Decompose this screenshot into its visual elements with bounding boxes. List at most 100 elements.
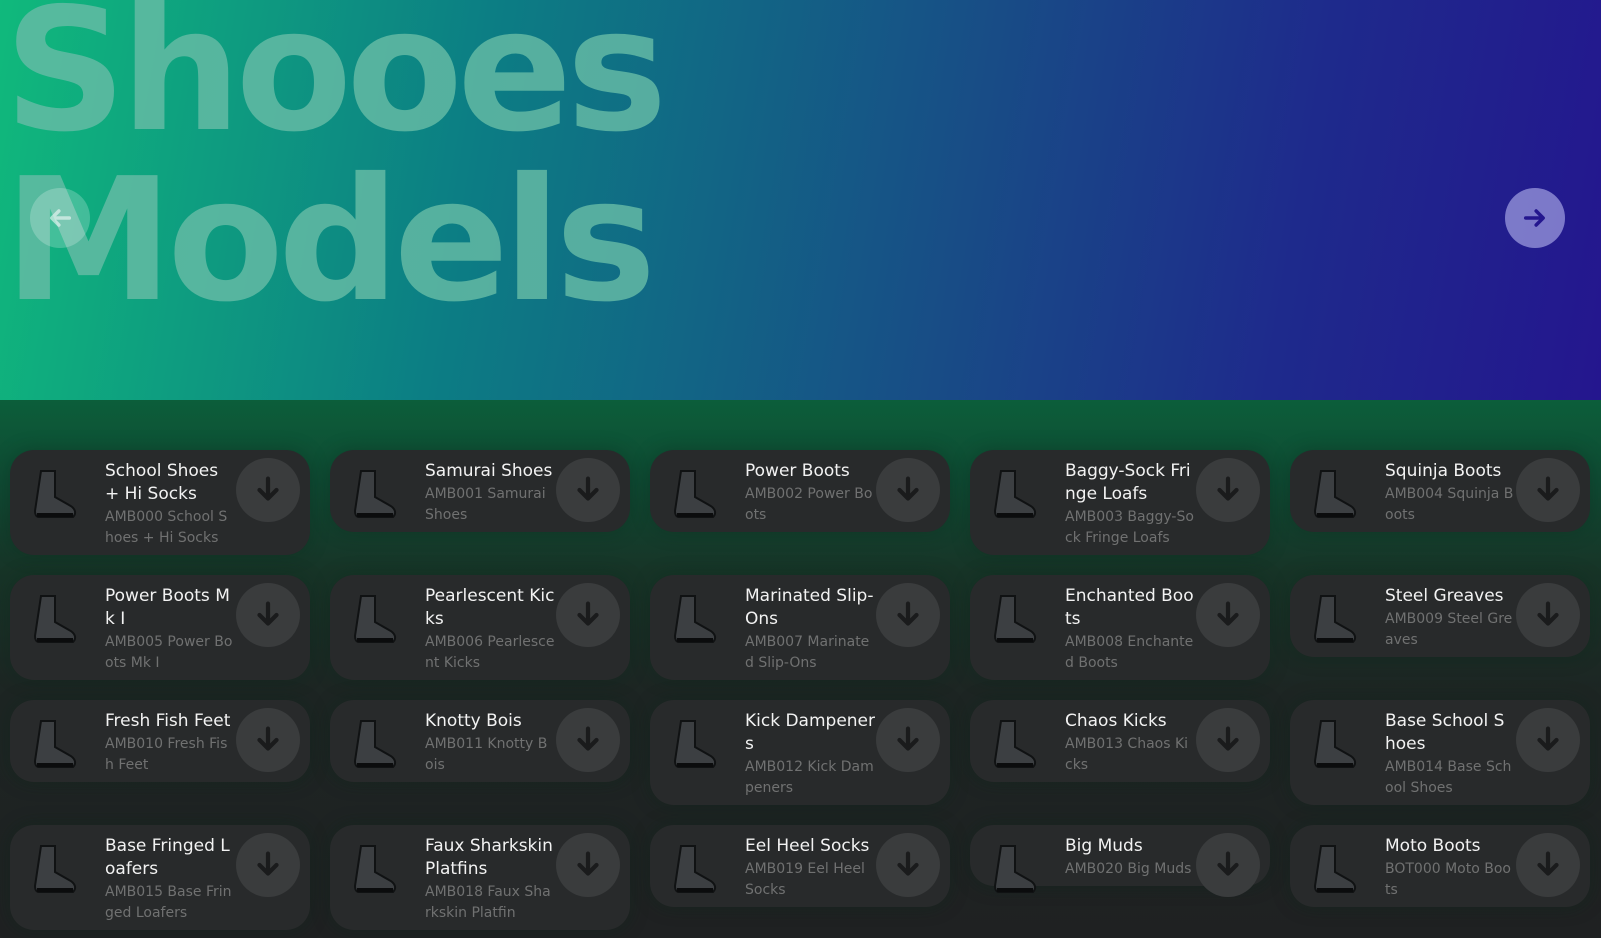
shoe-thumbnail [16,456,94,534]
model-card[interactable]: Fresh Fish Feet AMB010 Fresh Fish Feet [10,700,310,782]
shoe-icon [673,845,717,893]
download-button[interactable] [876,833,940,897]
model-card[interactable]: Squinja Boots AMB004 Squinja Boots [1290,450,1590,532]
download-button[interactable] [1196,833,1260,897]
arrow-down-icon [1537,726,1559,751]
download-button[interactable] [556,833,620,897]
model-name: Base School Shoes [1385,711,1505,754]
model-card[interactable]: Power Boots AMB002 Power Boots [650,450,950,532]
model-name: Power Boots Mk I [105,586,230,629]
model-code: BOT000 Moto Boots [1385,861,1511,898]
model-code: AMB004 Squinja Boots [1385,486,1514,523]
shoe-thumbnail [976,456,1054,534]
model-code: AMB002 Power Boots [745,486,873,523]
shoe-thumbnail [16,706,94,784]
model-card[interactable]: Knotty Bois AMB011 Knotty Bois [330,700,630,782]
model-card[interactable]: Samurai Shoes AMB001 Samurai Shoes [330,450,630,532]
model-name: Marinated Slip-Ons [745,586,874,629]
model-card[interactable]: Eel Heel Socks AMB019 Eel Heel Socks [650,825,950,907]
model-code: AMB005 Power Boots Mk I [105,634,233,671]
download-button[interactable] [236,583,300,647]
model-code: AMB006 Pearlescent Kicks [425,634,555,671]
shoe-icon [33,470,77,518]
model-code: AMB012 Kick Dampeners [745,759,874,796]
arrow-down-icon [577,601,599,626]
model-card[interactable]: Power Boots Mk I AMB005 Power Boots Mk I [10,575,310,680]
arrow-down-icon [1217,726,1239,751]
model-card[interactable]: Base School Shoes AMB014 Base School Sho… [1290,700,1590,805]
model-grid: School Shoes + Hi Socks AMB000 School Sh… [10,450,1590,930]
shoe-thumbnail [656,456,734,534]
shoe-thumbnail [976,581,1054,659]
shoe-thumbnail [1296,581,1374,659]
shoe-thumbnail [1296,456,1374,534]
download-button[interactable] [876,458,940,522]
download-button[interactable] [236,458,300,522]
model-card[interactable]: Big Muds AMB020 Big Muds [970,825,1270,897]
model-card[interactable]: Enchanted Boots AMB008 Enchanted Boots [970,575,1270,680]
shoe-icon [353,845,397,893]
download-button[interactable] [236,833,300,897]
download-button[interactable] [556,458,620,522]
download-button[interactable] [1516,458,1580,522]
model-card[interactable]: Pearlescent Kicks AMB006 Pearlescent Kic… [330,575,630,680]
shoe-icon [993,845,1037,893]
model-name: Power Boots [745,461,850,481]
shoe-icon [673,595,717,643]
model-card[interactable]: Baggy-Sock Fringe Loafs AMB003 Baggy-Soc… [970,450,1270,555]
carousel-prev-button[interactable] [30,188,90,248]
hero-banner: Shooes Models [0,0,1601,400]
model-name: School Shoes + Hi Socks [105,461,219,504]
arrow-down-icon [1537,601,1559,626]
model-name: Squinja Boots [1385,461,1502,481]
download-button[interactable] [1196,458,1260,522]
download-button[interactable] [556,583,620,647]
download-button[interactable] [1516,708,1580,772]
download-button[interactable] [1516,583,1580,647]
model-card[interactable]: Moto Boots BOT000 Moto Boots [1290,825,1590,907]
model-name: Samurai Shoes [425,461,553,481]
arrow-right-icon [1523,209,1545,227]
arrow-down-icon [577,726,599,751]
shoe-icon [33,720,77,768]
arrow-down-icon [257,726,279,751]
shoe-icon [1313,720,1357,768]
arrow-down-icon [257,851,279,876]
download-button[interactable] [1516,833,1580,897]
shoe-icon [353,720,397,768]
model-name: Enchanted Boots [1065,586,1194,629]
shoe-thumbnail [336,831,414,909]
model-card[interactable]: Kick Dampeners AMB012 Kick Dampeners [650,700,950,805]
model-card[interactable]: Chaos Kicks AMB013 Chaos Kicks [970,700,1270,782]
download-button[interactable] [556,708,620,772]
model-name: Faux Sharkskin Platfins [425,836,553,879]
model-name: Steel Greaves [1385,586,1504,606]
arrow-down-icon [1217,851,1239,876]
model-name: Knotty Bois [425,711,522,731]
model-name: Chaos Kicks [1065,711,1167,731]
model-card[interactable]: Faux Sharkskin Platfins AMB018 Faux Shar… [330,825,630,930]
download-button[interactable] [236,708,300,772]
shoe-thumbnail [16,831,94,909]
model-card[interactable]: Base Fringed Loafers AMB015 Base Fringed… [10,825,310,930]
model-card[interactable]: Marinated Slip-Ons AMB007 Marinated Slip… [650,575,950,680]
arrow-down-icon [1537,476,1559,501]
shoe-icon [673,720,717,768]
download-button[interactable] [876,583,940,647]
model-code: AMB007 Marinated Slip-Ons [745,634,870,671]
hero-title: Shooes Models [4,0,668,340]
model-card[interactable]: Steel Greaves AMB009 Steel Greaves [1290,575,1590,657]
model-name: Base Fringed Loafers [105,836,230,879]
download-button[interactable] [1196,708,1260,772]
model-code: AMB010 Fresh Fish Feet [105,736,228,773]
model-card[interactable]: School Shoes + Hi Socks AMB000 School Sh… [10,450,310,555]
shoe-thumbnail [16,581,94,659]
shoe-thumbnail [656,706,734,784]
shoe-icon [1313,595,1357,643]
download-button[interactable] [1196,583,1260,647]
carousel-next-button[interactable] [1505,188,1565,248]
download-button[interactable] [876,708,940,772]
shoe-thumbnail [976,706,1054,784]
model-name: Big Muds [1065,836,1143,856]
shoe-icon [1313,470,1357,518]
